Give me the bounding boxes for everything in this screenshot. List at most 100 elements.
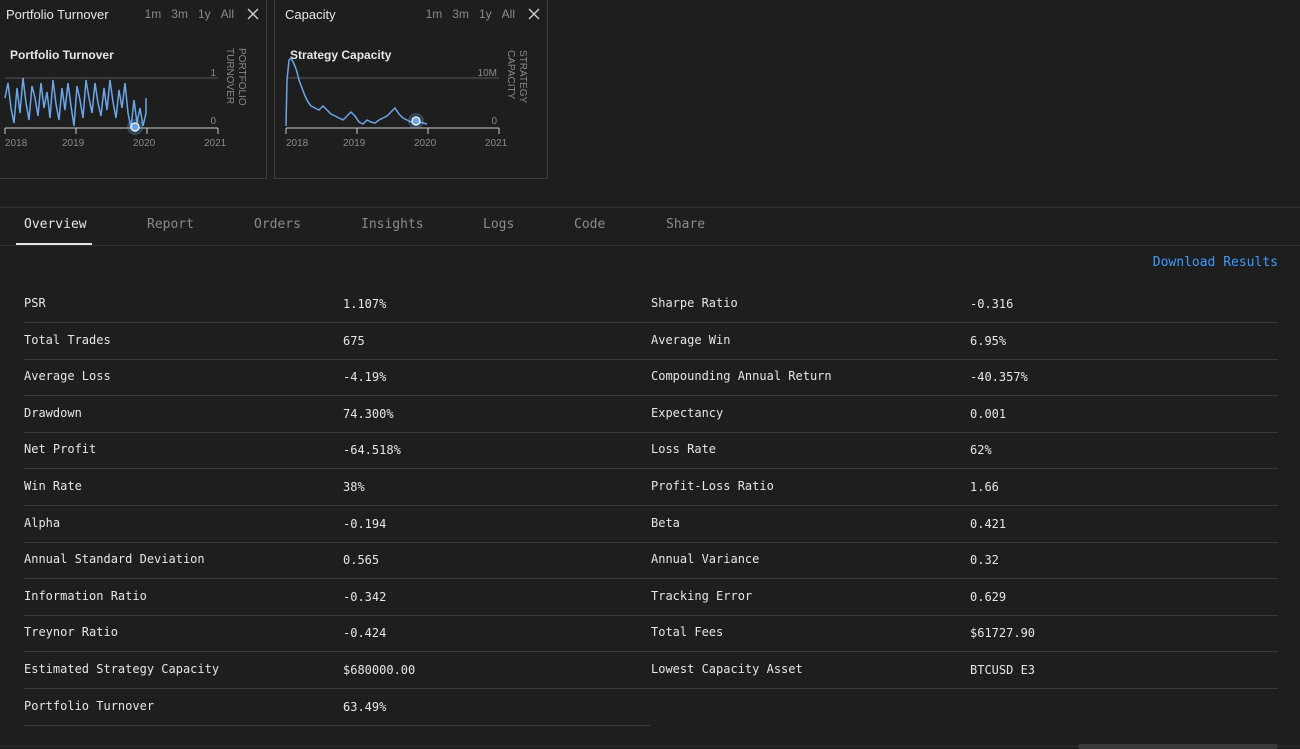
stat-label: Treynor Ratio xyxy=(24,625,118,640)
stat-value: 62% xyxy=(970,443,992,458)
stat-row: Beta 0.421 xyxy=(651,506,1278,543)
stat-label: Estimated Strategy Capacity xyxy=(24,662,220,676)
tab-logs[interactable]: Logs xyxy=(483,208,514,245)
stat-value: 6.95% xyxy=(970,333,1007,348)
stat-label: Annual Variance xyxy=(651,552,760,567)
stat-row: Information Ratio -0.342 xyxy=(24,579,651,616)
range-3m-button[interactable]: 3m xyxy=(171,7,188,21)
cursor-point[interactable] xyxy=(411,116,421,126)
stat-label: Win Rate xyxy=(24,479,82,493)
stat-value: 74.300% xyxy=(343,406,394,421)
tab-insights[interactable]: Insights xyxy=(361,208,424,245)
tab-report[interactable]: Report xyxy=(147,208,194,245)
stat-label: PSR xyxy=(24,296,46,310)
stat-value: 0.565 xyxy=(343,553,380,568)
chart-title: Strategy Capacity xyxy=(290,48,392,62)
stat-value: -0.342 xyxy=(343,589,387,604)
stat-value: 38% xyxy=(343,480,365,494)
x-tick: 2020 xyxy=(133,138,156,149)
stat-row: Profit-Loss Ratio 1.66 xyxy=(651,469,1278,506)
stat-row: Average Loss -4.19% xyxy=(24,359,651,397)
range-1y-button[interactable]: 1y xyxy=(198,7,211,21)
stat-label: Average Win xyxy=(651,332,731,347)
x-tick: 2021 xyxy=(485,138,508,149)
stat-value: 0.629 xyxy=(970,589,1007,604)
card-header: Capacity 1m 3m 1y All xyxy=(275,0,547,28)
stat-row: Annual Standard Deviation 0.565 xyxy=(24,542,651,580)
x-tick: 2020 xyxy=(414,138,437,149)
x-tick: 2019 xyxy=(62,138,85,149)
range-1y-button[interactable]: 1y xyxy=(479,7,492,21)
stat-row: Compounding Annual Return -40.357% xyxy=(651,359,1278,397)
result-tabs: Overview Report Orders Insights Logs Cod… xyxy=(0,207,1300,246)
stat-row: Estimated Strategy Capacity $680000.00 xyxy=(24,652,651,689)
stat-label: Net Profit xyxy=(24,442,97,457)
tab-code[interactable]: Code xyxy=(574,208,605,245)
stat-row: Portfolio Turnover 63.49% xyxy=(24,689,651,726)
stat-value: 1.66 xyxy=(970,480,999,494)
stat-row: Loss Rate 62% xyxy=(651,432,1278,470)
stat-row: Alpha -0.194 xyxy=(24,506,651,543)
y-axis-label: PORTFOLIO xyxy=(236,48,247,106)
y-axis-label: CAPACITY xyxy=(505,50,516,100)
stat-row: Total Trades 675 xyxy=(24,323,651,360)
stat-value: 675 xyxy=(343,333,365,348)
stat-value: -0.316 xyxy=(970,297,1014,311)
turnover-chart: Portfolio Turnover 1 0 PORTFOLIO TURNOVE… xyxy=(4,48,247,149)
close-icon[interactable] xyxy=(527,7,541,21)
tab-overview[interactable]: Overview xyxy=(16,208,92,245)
y-tick: 0 xyxy=(491,116,497,127)
range-1m-button[interactable]: 1m xyxy=(426,7,443,21)
x-tick: 2018 xyxy=(286,138,309,149)
stat-value: 0.32 xyxy=(970,553,999,568)
stat-label: Sharpe Ratio xyxy=(651,296,738,310)
range-1m-button[interactable]: 1m xyxy=(145,7,162,21)
stat-label: Information Ratio xyxy=(24,588,147,603)
stat-value: -64.518% xyxy=(343,443,401,458)
stat-value: -40.357% xyxy=(970,370,1028,385)
capacity-series-line xyxy=(285,56,428,127)
chart-title: Portfolio Turnover xyxy=(10,48,114,62)
card-title: Capacity xyxy=(285,6,336,22)
download-results-link[interactable]: Download Results xyxy=(1153,255,1278,270)
stat-label: Compounding Annual Return xyxy=(651,369,832,384)
range-3m-button[interactable]: 3m xyxy=(452,7,469,21)
stat-value: 1.107% xyxy=(343,297,387,311)
stat-value: 0.001 xyxy=(970,406,1007,421)
stat-value: -4.19% xyxy=(343,370,387,385)
y-tick: 1 xyxy=(210,68,216,79)
range-all-button[interactable]: All xyxy=(502,7,515,21)
x-tick: 2019 xyxy=(343,138,366,149)
y-tick: 0 xyxy=(210,116,216,127)
stat-label: Total Fees xyxy=(651,625,724,640)
cursor-point[interactable] xyxy=(130,122,140,132)
y-tick: 10M xyxy=(478,68,497,79)
stat-row: Net Profit -64.518% xyxy=(24,432,651,470)
stat-label: Alpha xyxy=(24,515,61,530)
stat-value: 63.49% xyxy=(343,699,387,714)
stat-value: -0.194 xyxy=(343,516,387,531)
horizontal-scrollbar[interactable] xyxy=(1078,744,1278,749)
range-all-button[interactable]: All xyxy=(221,7,234,21)
stat-value: $61727.90 xyxy=(970,626,1036,641)
stat-label: Drawdown xyxy=(24,405,82,420)
tab-share[interactable]: Share xyxy=(666,208,705,245)
tab-orders[interactable]: Orders xyxy=(254,208,301,245)
stat-row: Lowest Capacity Asset BTCUSD E3 xyxy=(651,652,1278,689)
stat-row: Sharpe Ratio -0.316 xyxy=(651,286,1278,323)
y-axis-label: TURNOVER xyxy=(224,48,235,104)
portfolio-turnover-card: Portfolio Turnover 1m 3m 1y All Portfoli… xyxy=(0,0,267,179)
x-tick: 2021 xyxy=(204,138,227,149)
close-icon[interactable] xyxy=(246,7,260,21)
stat-label: Lowest Capacity Asset xyxy=(651,662,803,676)
stat-label: Annual Standard Deviation xyxy=(24,552,205,567)
stat-row: Annual Variance 0.32 xyxy=(651,542,1278,580)
card-title: Portfolio Turnover xyxy=(6,6,109,22)
stat-label: Portfolio Turnover xyxy=(24,698,155,713)
stat-label: Profit-Loss Ratio xyxy=(651,479,774,493)
stat-label: Beta xyxy=(651,515,680,530)
stat-value: $680000.00 xyxy=(343,663,416,677)
stat-row: Drawdown 74.300% xyxy=(24,396,651,433)
stat-value: BTCUSD E3 xyxy=(970,663,1036,677)
turnover-series-line xyxy=(4,77,147,129)
